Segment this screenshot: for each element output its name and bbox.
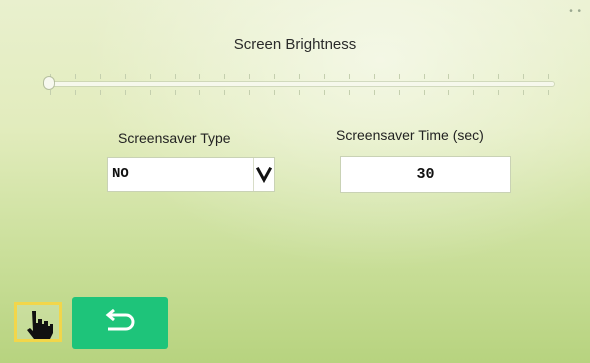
slider-tick <box>99 74 101 79</box>
slider-tick <box>149 74 151 79</box>
brightness-slider-track[interactable] <box>44 82 554 86</box>
slider-tick <box>448 90 450 95</box>
return-arrow-icon <box>105 309 135 331</box>
slider-tick <box>423 74 425 79</box>
slider-tick <box>149 90 151 95</box>
slider-tick <box>373 74 375 79</box>
slider-tick <box>74 90 76 95</box>
slider-tick <box>523 90 525 95</box>
slider-tick <box>99 90 101 95</box>
screensaver-time-label: Screensaver Time (sec) <box>336 127 484 143</box>
brightness-slider-thumb[interactable] <box>44 77 54 89</box>
slider-tick <box>398 74 400 79</box>
slider-tick <box>274 90 276 95</box>
corner-dots-icon: • • <box>569 6 582 17</box>
slider-tick <box>473 90 475 95</box>
slider-tick <box>50 90 51 95</box>
slider-tick <box>299 74 300 79</box>
settings-screen: • • Screen Brightness Screensaver Type N… <box>0 0 590 363</box>
chevron-down-icon[interactable] <box>253 158 274 191</box>
slider-tick <box>348 90 350 95</box>
brightness-slider[interactable] <box>44 70 554 100</box>
slider-tick <box>323 90 325 95</box>
back-button[interactable] <box>72 297 168 349</box>
slider-tick <box>74 74 76 79</box>
slider-tick <box>224 74 226 79</box>
screensaver-type-value: NO <box>112 166 129 182</box>
slider-tick <box>174 90 176 95</box>
slider-tick <box>124 74 126 79</box>
brightness-title: Screen Brightness <box>233 36 357 53</box>
slider-tick <box>174 74 176 79</box>
slider-tick <box>498 74 500 79</box>
screensaver-time-field[interactable]: 30 <box>341 157 510 192</box>
slider-tick <box>448 74 450 79</box>
slider-tick <box>423 90 425 95</box>
screensaver-type-label: Screensaver Type <box>118 130 231 146</box>
hand-tool-button[interactable] <box>14 302 62 342</box>
slider-tick <box>523 74 525 79</box>
slider-tick <box>224 90 226 95</box>
slider-tick <box>249 90 251 95</box>
slider-tick <box>249 74 251 79</box>
slider-tick <box>398 90 400 95</box>
slider-tick <box>473 74 475 79</box>
screensaver-type-select[interactable]: NO <box>108 158 274 191</box>
slider-tick <box>299 90 300 95</box>
slider-tick <box>323 74 325 79</box>
slider-tick <box>373 90 375 95</box>
hand-pointer-icon <box>27 311 53 339</box>
slider-tick <box>498 90 500 95</box>
slider-tick <box>199 74 201 79</box>
slider-tick <box>199 90 201 95</box>
slider-tick <box>548 90 549 95</box>
slider-tick <box>348 74 350 79</box>
slider-tick <box>124 90 126 95</box>
slider-tick <box>548 74 549 79</box>
slider-tick <box>274 74 276 79</box>
